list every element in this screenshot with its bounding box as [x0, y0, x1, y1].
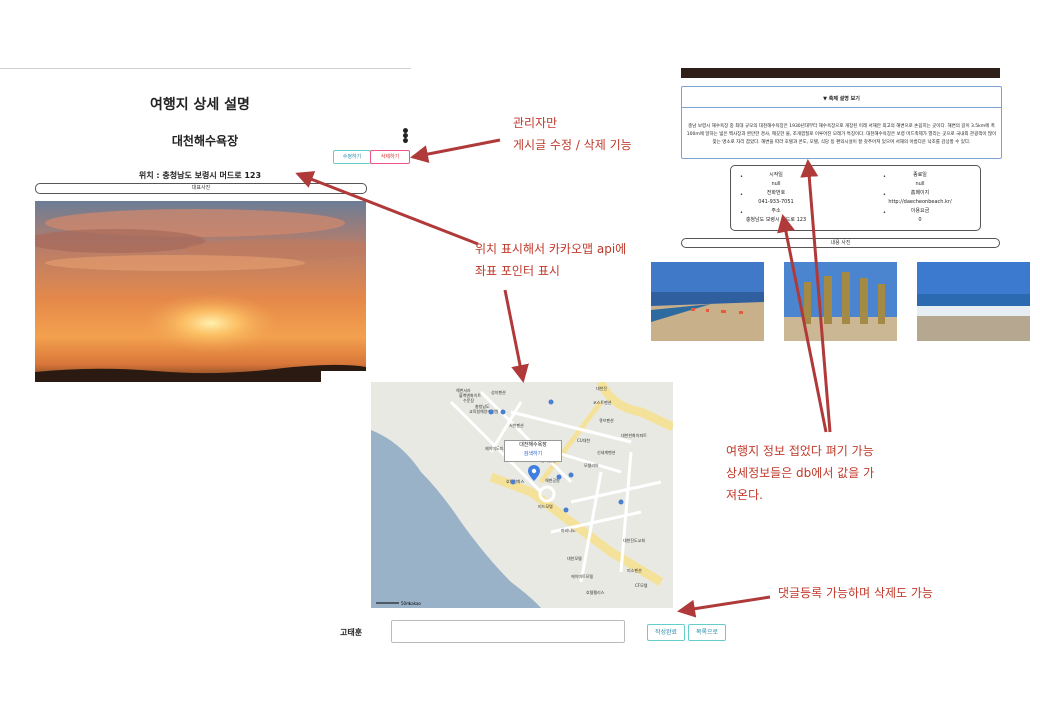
arrow-admin: [410, 138, 501, 163]
annotation-arrows: [295, 138, 832, 618]
arrow-comments: [677, 595, 771, 618]
arrow-kakao-location: [295, 171, 479, 246]
arrow-kakao-map: [503, 289, 529, 383]
arrow-db-info: [777, 214, 828, 433]
